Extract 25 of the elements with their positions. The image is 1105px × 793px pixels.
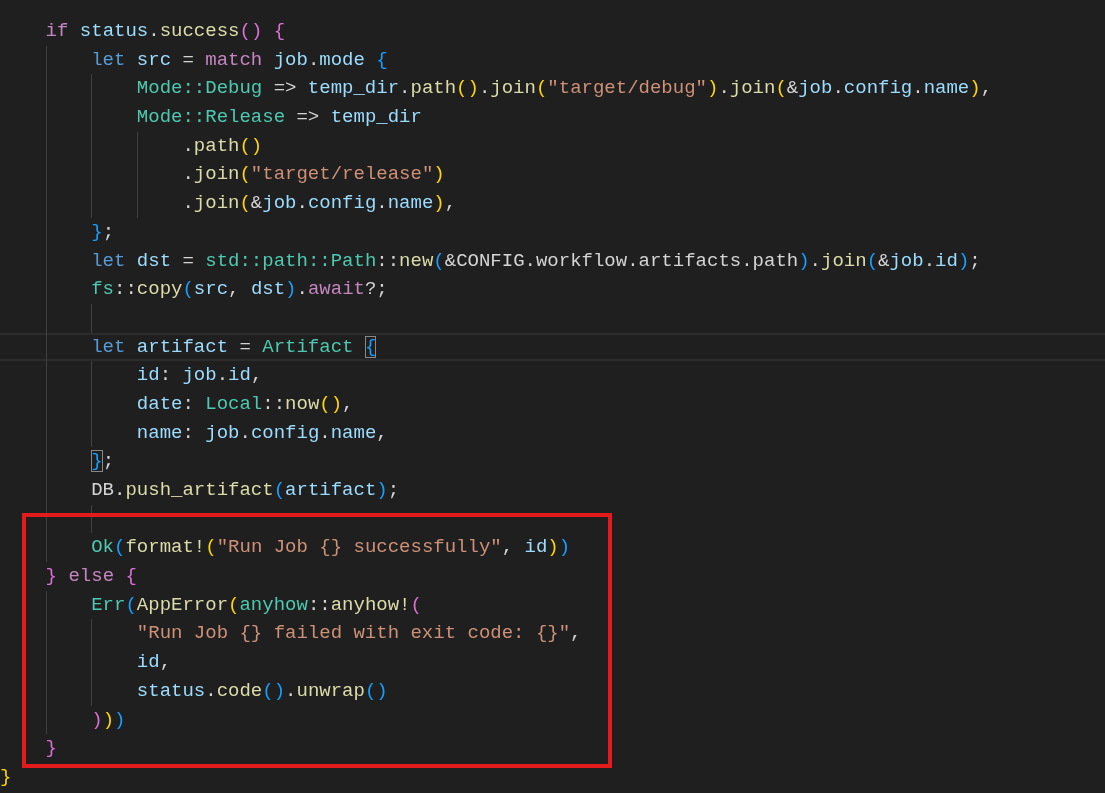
code-line: Err(AppError(anyhow::anyhow!( xyxy=(91,592,422,618)
code-line: DB.push_artifact(artifact); xyxy=(91,478,400,503)
code-line: }; xyxy=(91,219,115,245)
code-line: } xyxy=(45,736,57,762)
code-line: fs::copy(src, dst).await?; xyxy=(91,277,388,303)
code-line: Ok(format!("Run Job {} successfully", id)) xyxy=(91,535,571,561)
code-line: id: job.id, xyxy=(136,363,263,389)
code-line: if status.success() { xyxy=(45,19,286,44)
code-line: .join("target/release") xyxy=(182,162,445,188)
code-line: let artifact = Artifact { xyxy=(91,334,377,360)
code-line: } else { xyxy=(45,564,137,590)
code-line: status.code().unwrap() xyxy=(136,678,388,704)
code-line: }; xyxy=(91,449,115,475)
code-line: let dst = std::path::Path::new(&CONFIG.workflow.artifacts.path).join(&job.id); xyxy=(91,248,981,274)
code-line: id, xyxy=(136,650,172,676)
code-line: } xyxy=(0,764,12,790)
code-line: .path() xyxy=(182,133,263,159)
code-line: Mode::Release => temp_dir xyxy=(136,105,422,131)
code-line: let src = match job.mode { xyxy=(91,47,388,73)
code-line: "Run Job {} failed with exit code: {}", xyxy=(136,621,582,647)
code-line: name: job.config.name, xyxy=(136,420,388,446)
code-line: ))) xyxy=(91,707,126,733)
code-line: date: Local::now(), xyxy=(136,391,354,417)
code-line: .join(&job.config.name), xyxy=(182,191,457,217)
code-line: Mode::Debug => temp_dir.path().join("target/debug").join(&job.config.name), xyxy=(136,76,993,102)
